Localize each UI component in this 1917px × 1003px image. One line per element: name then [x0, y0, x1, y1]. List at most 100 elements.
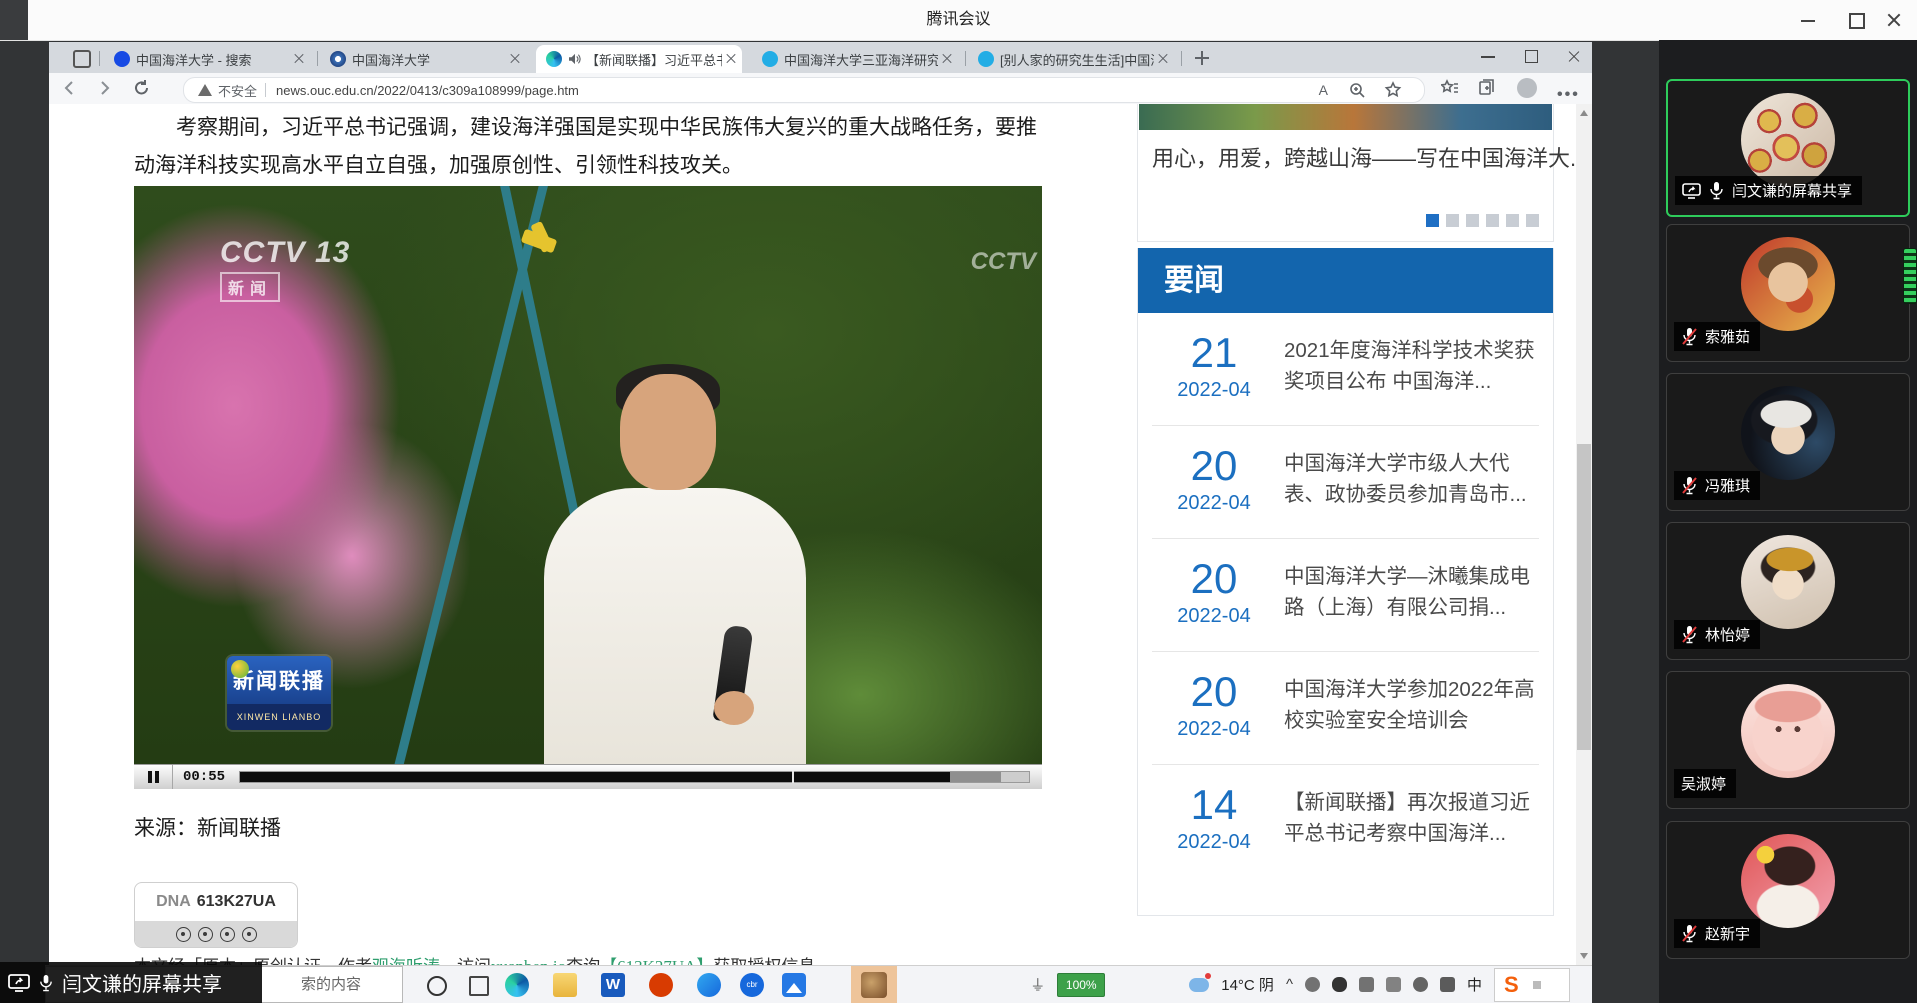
news-title[interactable]: 【新闻联播】再次报道习近平总书记考察中国海洋... — [1284, 787, 1540, 849]
cc-stop-icon — [242, 927, 257, 942]
tab-bing-search[interactable]: 中国海洋大学 - 搜索 — [104, 45, 310, 73]
video-time: 00:55 — [173, 769, 235, 785]
tab-ouc-home[interactable]: 中国海洋大学 — [320, 45, 526, 73]
battery-indicator[interactable]: 100% — [1057, 973, 1105, 997]
tab-close-icon[interactable] — [510, 54, 520, 64]
browser-close-button[interactable] — [1567, 50, 1581, 64]
tab-search-icon[interactable] — [73, 50, 91, 68]
author-link[interactable]: 观海听涛 — [372, 957, 440, 965]
avatar — [1741, 237, 1835, 331]
carousel-dot[interactable] — [1446, 214, 1459, 227]
tab-close-icon[interactable] — [294, 54, 304, 64]
yuanben-link[interactable]: yuanben.io — [491, 957, 566, 965]
news-item[interactable]: 20 2022-04 中国海洋大学市级人大代表、政协委员参加青岛市... — [1152, 426, 1539, 539]
participant-tile[interactable]: 林怡婷 — [1666, 522, 1910, 660]
news-item[interactable]: 20 2022-04 中国海洋大学参加2022年高校实验室安全培训会 — [1152, 652, 1539, 765]
word-icon[interactable]: W — [601, 973, 625, 997]
profile-avatar[interactable] — [1517, 78, 1537, 98]
scroll-up-icon[interactable] — [1580, 110, 1588, 116]
task-view-icon[interactable] — [469, 976, 489, 996]
participant-name: 吴淑婷 — [1681, 773, 1726, 794]
xinwen-lianbo-badge: 新闻联播 XINWEN LIANBO — [227, 656, 331, 730]
collections-icon[interactable] — [1477, 79, 1495, 97]
code-link[interactable]: 【613K27UA】 — [600, 957, 713, 965]
dna-license-badge[interactable]: DNA 613K27UA — [134, 882, 298, 948]
qq-icon[interactable] — [1332, 977, 1347, 992]
carousel-dot[interactable] — [1526, 214, 1539, 227]
tab-close-icon[interactable] — [726, 54, 736, 64]
more-menu-icon[interactable]: ••• — [1557, 86, 1580, 104]
page-scrollbar[interactable] — [1576, 104, 1592, 965]
browser-maximize-button[interactable] — [1525, 50, 1538, 63]
carousel-dot[interactable] — [1426, 214, 1439, 227]
participant-tile[interactable]: 赵新宇 — [1666, 821, 1910, 959]
zoom-icon[interactable] — [1348, 81, 1366, 99]
tray-display-icon[interactable] — [1386, 977, 1401, 992]
scroll-down-icon[interactable] — [1580, 953, 1588, 959]
active-app-tile[interactable] — [851, 966, 897, 1003]
video-frame: CCTV 13 新闻 CCTV 新闻联播 XINWEN LIANBO — [134, 186, 1042, 764]
carousel-dot[interactable] — [1486, 214, 1499, 227]
participant-scroll-indicator[interactable] — [1903, 248, 1917, 304]
share-banner-text: 闫文谦的屏幕共享 — [62, 968, 222, 997]
tray-mic-icon[interactable] — [1305, 977, 1320, 992]
avatar — [1741, 684, 1835, 778]
carousel-caption[interactable]: 用心，用爱，跨越山海——写在中国海洋大... — [1152, 141, 1576, 173]
screen-share-banner[interactable]: 闫文谦的屏幕共享 — [0, 962, 262, 1003]
browser-minimize-button[interactable] — [1481, 56, 1495, 58]
news-item[interactable]: 20 2022-04 中国海洋大学—沐曦集成电路（上海）有限公司捐... — [1152, 539, 1539, 652]
news-item[interactable]: 21 2022-04 2021年度海洋科学技术奖获奖项目公布 中国海洋... — [1152, 313, 1539, 426]
sogou-ime-bar[interactable]: S — [1494, 968, 1570, 1002]
file-explorer-icon[interactable] — [553, 973, 577, 997]
carousel-dot[interactable] — [1466, 214, 1479, 227]
news-title[interactable]: 中国海洋大学—沐曦集成电路（上海）有限公司捐... — [1284, 561, 1540, 623]
tray-app-icon[interactable] — [1359, 977, 1374, 992]
network-icon[interactable] — [1440, 977, 1455, 992]
carousel-dot[interactable] — [1506, 214, 1519, 227]
volume-icon[interactable] — [1413, 977, 1428, 992]
back-icon[interactable] — [61, 79, 79, 97]
read-aloud-icon[interactable]: A — [1319, 82, 1328, 98]
forward-icon[interactable] — [95, 79, 113, 97]
carousel-image[interactable] — [1139, 104, 1552, 130]
news-title[interactable]: 中国海洋大学参加2022年高校实验室安全培训会 — [1284, 674, 1540, 736]
participant-tile[interactable]: 闫文谦的屏幕共享 — [1666, 79, 1910, 217]
scrollbar-thumb[interactable] — [1577, 444, 1591, 750]
news-title[interactable]: 2021年度海洋科学技术奖获奖项目公布 中国海洋... — [1284, 335, 1540, 397]
news-day: 14 — [1166, 781, 1262, 829]
address-bar[interactable]: 不安全 news.ouc.edu.cn/2022/0413/c309a10899… — [183, 77, 1425, 103]
news-title[interactable]: 中国海洋大学市级人大代表、政协委员参加青岛市... — [1284, 448, 1540, 510]
office-icon[interactable] — [649, 973, 673, 997]
news-item[interactable]: 14 2022-04 【新闻联播】再次报道习近平总书记考察中国海洋... — [1152, 765, 1539, 877]
participant-tile[interactable]: 吴淑婷 — [1666, 671, 1910, 809]
video-progress-bar[interactable] — [239, 771, 1030, 783]
participant-tile[interactable]: 索雅茹 — [1666, 224, 1910, 362]
edge-taskbar-icon[interactable] — [505, 973, 529, 997]
ime-indicator[interactable]: 中 — [1467, 974, 1482, 995]
hidden-icons-chevron[interactable]: ^ — [1286, 976, 1293, 993]
app-icon[interactable] — [697, 973, 721, 997]
participant-tile[interactable]: 冯雅琪 — [1666, 373, 1910, 511]
tab-sanya-institute[interactable]: 中国海洋大学三亚海洋研究院_搜 — [752, 45, 958, 73]
close-button[interactable] — [1871, 0, 1917, 40]
new-tab-button[interactable] — [1195, 51, 1209, 65]
dna-label: DNA — [156, 893, 191, 911]
refresh-icon[interactable] — [133, 79, 151, 97]
tab-close-icon[interactable] — [942, 54, 952, 64]
tab-close-icon[interactable] — [1158, 54, 1168, 64]
minimize-button[interactable] — [1785, 0, 1831, 40]
favorites-bar-icon[interactable] — [1441, 79, 1459, 97]
favorite-add-icon[interactable] — [1384, 81, 1402, 99]
cloud-app-icon[interactable] — [782, 973, 806, 997]
browser-tab-bar: 中国海洋大学 - 搜索 中国海洋大学 【新闻联播】习近平总书记 中 — [49, 42, 1592, 73]
copyright-footnote: 本文经「原本」原创认证，作者观海听涛，访问yuanben.io查询【613K27… — [134, 952, 1234, 965]
pause-button[interactable] — [134, 765, 173, 789]
video-player[interactable]: CCTV 13 新闻 CCTV 新闻联播 XINWEN LIANBO 00:55 — [134, 186, 1042, 788]
tab-news-article-active[interactable]: 【新闻联播】习近平总书记 — [536, 45, 742, 73]
carousel-panel[interactable]: 用心，用爱，跨越山海——写在中国海洋大... — [1137, 104, 1554, 242]
mic-muted-icon — [1681, 327, 1698, 346]
cbr-app-icon[interactable]: cbr — [740, 973, 764, 997]
tab-grad-life-video[interactable]: [别人家的研究生生活]中国海洋大 — [968, 45, 1174, 73]
weather-text[interactable]: 14°C 阴 — [1221, 974, 1274, 995]
cortana-icon[interactable] — [427, 976, 447, 996]
